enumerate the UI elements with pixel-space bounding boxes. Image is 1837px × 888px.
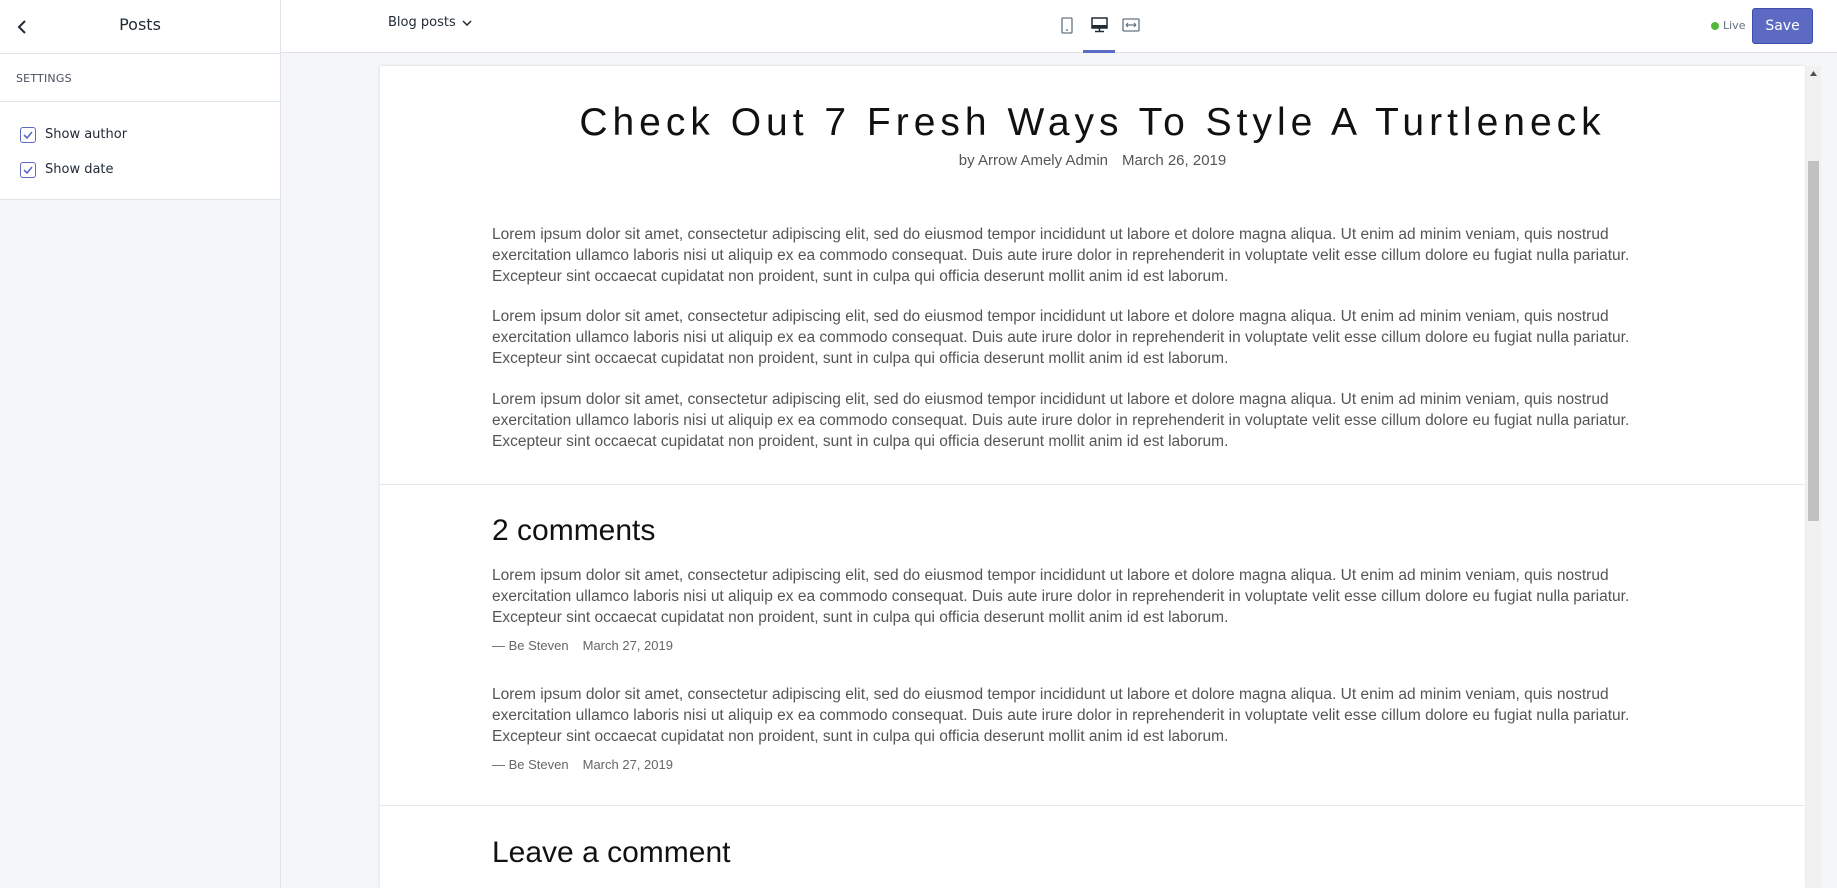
article-paragraph: Lorem ipsum dolor sit amet, consectetur … [492, 226, 1630, 285]
viewport-switcher [1051, 12, 1147, 53]
live-status-dot [1711, 21, 1719, 30]
comment-date: March 27, 2019 [582, 757, 673, 772]
comment-date: March 27, 2019 [582, 638, 673, 653]
settings-section-label: SETTINGS [0, 54, 280, 102]
article-title: Check Out 7 Fresh Ways To Style A Turtle… [579, 101, 1606, 144]
checkmark-icon [23, 165, 33, 174]
page-selector-label: Blog posts [388, 15, 456, 30]
comment-author: — Be Steven [492, 757, 569, 772]
save-button[interactable]: Save [1752, 8, 1813, 44]
chevron-left-icon [17, 20, 26, 34]
comment-author: — Be Steven [492, 638, 569, 653]
fullscreen-view-icon [1122, 18, 1140, 32]
back-button[interactable] [10, 15, 34, 39]
comment-meta: — Be Steven March 27, 2019 [492, 757, 673, 772]
comment-meta: — Be Steven March 27, 2019 [492, 638, 673, 653]
comment-text: Lorem ipsum dolor sit amet, consectetur … [492, 686, 1630, 745]
scroll-up-button[interactable] [1806, 66, 1821, 80]
live-status: Live [1711, 19, 1745, 32]
leave-comment-heading: Leave a comment [492, 836, 731, 869]
live-status-label: Live [1723, 19, 1746, 32]
comment-text: Lorem ipsum dolor sit amet, consectetur … [492, 567, 1630, 626]
show-author-label: Show author [45, 127, 128, 142]
section-divider [380, 805, 1805, 806]
mobile-view-button[interactable] [1051, 12, 1083, 38]
show-date-option[interactable]: Show date [20, 152, 260, 187]
checkmark-icon [23, 130, 33, 139]
section-divider [380, 484, 1805, 485]
chevron-down-icon [462, 19, 472, 26]
show-date-label: Show date [45, 162, 114, 177]
page-selector[interactable]: Blog posts [388, 15, 472, 30]
article-paragraph: Lorem ipsum dolor sit amet, consectetur … [492, 308, 1630, 367]
preview-scrollbar[interactable] [1806, 66, 1821, 888]
settings-options: Show author Show date [0, 102, 280, 200]
settings-section: SETTINGS Show author Show date [0, 54, 280, 200]
article-date: March 26, 2019 [1122, 152, 1227, 169]
settings-sidebar: Posts SETTINGS Show author Show date [0, 0, 281, 888]
scrollbar-thumb[interactable] [1808, 161, 1819, 521]
desktop-view-icon [1090, 17, 1108, 33]
arrow-up-icon [1810, 70, 1817, 76]
article-author: by Arrow Amely Admin [958, 152, 1108, 169]
sidebar-header: Posts [0, 0, 280, 54]
sidebar-title: Posts [119, 15, 161, 34]
show-date-checkbox[interactable] [20, 161, 36, 178]
mobile-view-icon [1061, 16, 1073, 34]
show-author-option[interactable]: Show author [20, 117, 260, 152]
show-author-checkbox[interactable] [20, 126, 36, 143]
page-preview: Check Out 7 Fresh Ways To Style A Turtle… [380, 66, 1805, 888]
comments-heading: 2 comments [492, 514, 656, 547]
editor-topbar: Blog posts Live Save [281, 0, 1837, 53]
fullscreen-view-button[interactable] [1115, 12, 1147, 38]
article-paragraph: Lorem ipsum dolor sit amet, consectetur … [492, 391, 1630, 450]
article-meta: by Arrow Amely Admin March 26, 2019 [380, 152, 1805, 169]
desktop-view-button[interactable] [1083, 12, 1115, 53]
